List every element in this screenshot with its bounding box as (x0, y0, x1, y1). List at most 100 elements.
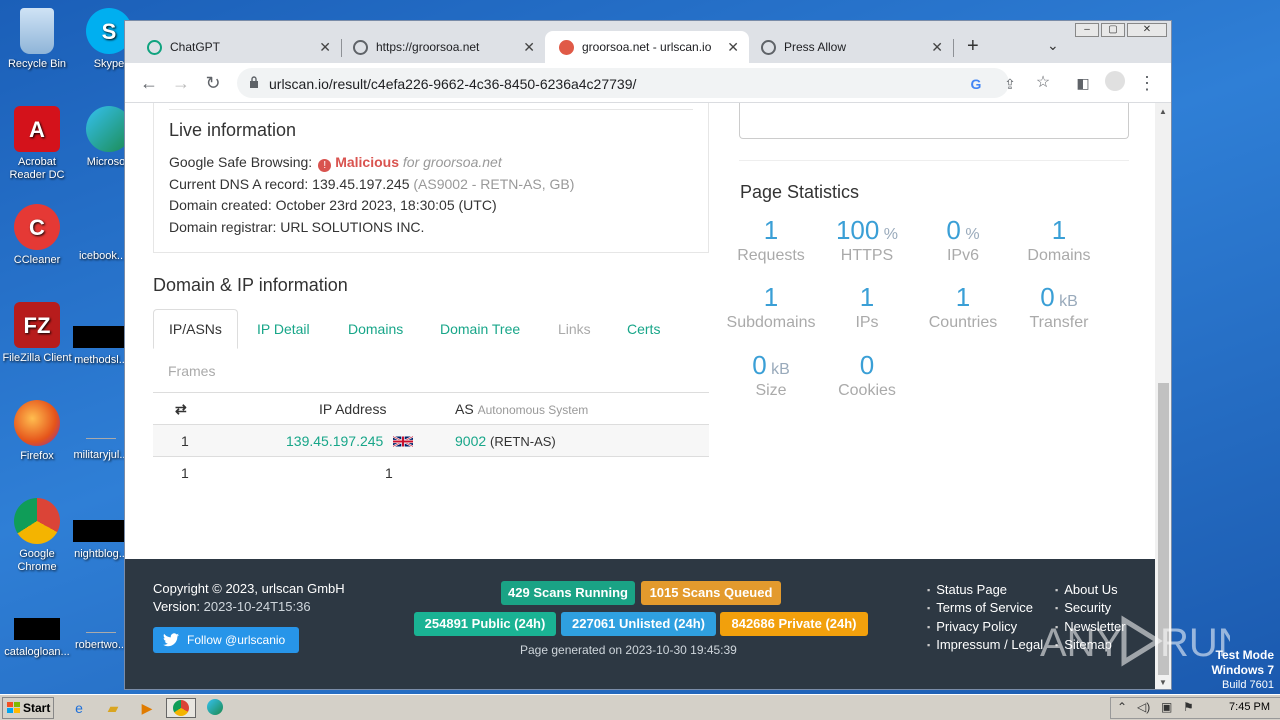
divider (169, 109, 693, 110)
tab-links[interactable]: Links (558, 321, 591, 337)
close-icon[interactable]: ✕ (727, 39, 739, 56)
version-label: Version: (153, 599, 200, 614)
swap-arrows-icon[interactable]: ⇄ (175, 401, 187, 418)
desktop-icon-firefox[interactable]: Firefox (0, 400, 74, 463)
minimize-button[interactable]: – (1075, 23, 1099, 37)
anyrun-watermark-logo: ANY RUN (1040, 615, 1230, 667)
stat-value: 0 (946, 215, 961, 245)
footer-link-status[interactable]: Status Page (927, 582, 1007, 597)
network-icon[interactable]: ▣ (1161, 700, 1172, 714)
twitter-follow-button[interactable]: Follow @urlscanio (153, 627, 299, 653)
system-tray: ⌃ ◁) ▣ ⚑ 7:45 PM (1110, 697, 1280, 719)
scroll-down-arrow[interactable]: ▼ (1159, 678, 1167, 687)
star-icon[interactable]: ☆ (1031, 71, 1055, 95)
badge-scans-running[interactable]: 429 Scans Running (501, 581, 635, 605)
desktop-icon-catalogloan[interactable]: catalogloan... (0, 618, 74, 659)
tab-frames[interactable]: Frames (168, 363, 215, 379)
globe-icon (761, 39, 776, 55)
tab-certs[interactable]: Certs (627, 321, 660, 337)
ccleaner-icon: C (14, 204, 60, 250)
desktop-icon-ccleaner[interactable]: C CCleaner (0, 204, 74, 267)
ip-asn-table: ⇄ IP Address AS Autonomous System 1 139.… (153, 392, 709, 488)
edge-taskbar-icon[interactable] (204, 698, 226, 718)
stat-value: 1 (859, 282, 875, 312)
stat-label: Requests (737, 247, 805, 264)
badge-public[interactable]: 254891 Public (24h) (414, 612, 556, 636)
back-button[interactable]: ← (137, 71, 161, 95)
flag-icon[interactable]: ⚑ (1183, 700, 1194, 714)
tab-press-allow[interactable]: Press Allow ✕ (739, 31, 953, 63)
scroll-up-arrow[interactable]: ▲ (1159, 107, 1167, 116)
address-bar[interactable]: urlscan.io/result/c4efa226-9662-4c36-845… (237, 68, 1016, 98)
badge-scans-queued[interactable]: 1015 Scans Queued (641, 581, 781, 605)
tab-chatgpt[interactable]: ChatGPT ✕ (125, 31, 341, 63)
stat-countries: 1 Countries (915, 282, 1011, 332)
media-player-icon[interactable]: ▶ (136, 698, 158, 718)
menu-icon[interactable]: ⋮ (1135, 71, 1159, 95)
version-line: Version: 2023-10-24T15:36 (153, 599, 311, 614)
volume-icon[interactable]: ◁) (1137, 700, 1150, 714)
new-tab-button[interactable]: + (967, 35, 979, 58)
share-icon[interactable]: ⇪ (1001, 75, 1019, 93)
close-window-button[interactable]: ✕ (1127, 23, 1167, 37)
dns-record-line: Current DNS A record: 139.45.197.245 (AS… (169, 176, 574, 192)
stat-value: 1 (955, 282, 971, 312)
side-panel-icon[interactable]: ◧ (1071, 71, 1095, 95)
badge-private[interactable]: 842686 Private (24h) (720, 612, 868, 636)
browser-window: ChatGPT ✕ https://groorsoa.net ✕ groorso… (124, 20, 1172, 690)
test-mode-watermark: Test Mode Windows 7 Build 7601 (1211, 648, 1274, 693)
desktop-icon-chrome[interactable]: Google Chrome (0, 498, 74, 574)
footer-link-terms[interactable]: Terms of Service (927, 600, 1033, 615)
desktop-icon-label: nightblog... (74, 548, 128, 560)
desktop-icon-filezilla[interactable]: FZ FileZilla Client (0, 302, 74, 365)
tab-urlscan[interactable]: groorsoa.net - urlscan.io ✕ (545, 31, 749, 63)
desktop-icon-recycle-bin[interactable]: Recycle Bin (0, 8, 74, 71)
badge-unlisted[interactable]: 227061 Unlisted (24h) (561, 612, 716, 636)
clock[interactable]: 7:45 PM (1229, 701, 1270, 713)
footer-link-impressum[interactable]: Impressum / Legal (927, 637, 1043, 652)
explorer-folder-icon[interactable]: ▰ (102, 698, 124, 718)
tab-title: Press Allow (784, 40, 847, 54)
profile-avatar-icon[interactable] (1103, 71, 1127, 95)
tab-groorsoa[interactable]: https://groorsoa.net ✕ (331, 31, 545, 63)
lock-icon (250, 76, 258, 88)
tab-ip-detail[interactable]: IP Detail (257, 321, 310, 337)
safe-browsing-line: Google Safe Browsing:! Malicious for groo… (169, 154, 502, 172)
close-icon[interactable]: ✕ (523, 39, 535, 56)
ie-icon[interactable]: e (68, 698, 90, 718)
desktop-icon-label: Skype (93, 58, 125, 70)
maximize-button[interactable]: ▢ (1101, 23, 1125, 37)
close-icon[interactable]: ✕ (319, 39, 331, 56)
tab-ip-asns[interactable]: IP/ASNs (153, 309, 238, 349)
stat-unit: kB (771, 361, 790, 378)
stat-transfer: 0 kB Transfer (1011, 282, 1107, 332)
desktop-icon-acrobat[interactable]: A Acrobat Reader DC (0, 106, 74, 182)
os-label: Windows 7 (1211, 663, 1274, 677)
svg-text:ANY: ANY (1040, 621, 1122, 665)
as-number-link[interactable]: 9002 (455, 433, 486, 449)
close-icon[interactable]: ✕ (931, 39, 943, 56)
stat-label: IPv6 (946, 247, 979, 264)
vertical-scrollbar[interactable]: ▲ ▼ (1155, 103, 1171, 689)
chrome-taskbar-icon[interactable] (166, 698, 196, 718)
stat-value: 0 (1040, 282, 1055, 312)
stat-value: 1 (1051, 215, 1067, 245)
ip-address-link[interactable]: 139.45.197.245 (286, 433, 383, 449)
google-icon[interactable]: G (967, 75, 985, 93)
redacted-thumbnail (73, 520, 129, 542)
ip-address-header: IP Address (319, 401, 387, 417)
tray-expand-icon[interactable]: ⌃ (1117, 700, 1127, 714)
forward-button[interactable]: → (169, 71, 193, 95)
desktop-icon-label: Acrobat Reader DC (9, 156, 65, 181)
footer-link-privacy[interactable]: Privacy Policy (927, 619, 1017, 634)
start-button[interactable]: Start (2, 697, 54, 719)
footer-link-about[interactable]: About Us (1055, 582, 1117, 597)
dns-as-info: (AS9002 - RETN-AS, GB) (413, 176, 575, 192)
screenshot-box (739, 103, 1129, 139)
tab-title: https://groorsoa.net (376, 40, 480, 54)
desktop-icon-label: robertwo... (75, 639, 127, 651)
tab-domain-tree[interactable]: Domain Tree (440, 321, 520, 337)
reload-button[interactable]: ↻ (201, 71, 225, 95)
tab-domains[interactable]: Domains (348, 321, 403, 337)
chevron-down-icon[interactable]: ⌄ (1047, 37, 1059, 54)
